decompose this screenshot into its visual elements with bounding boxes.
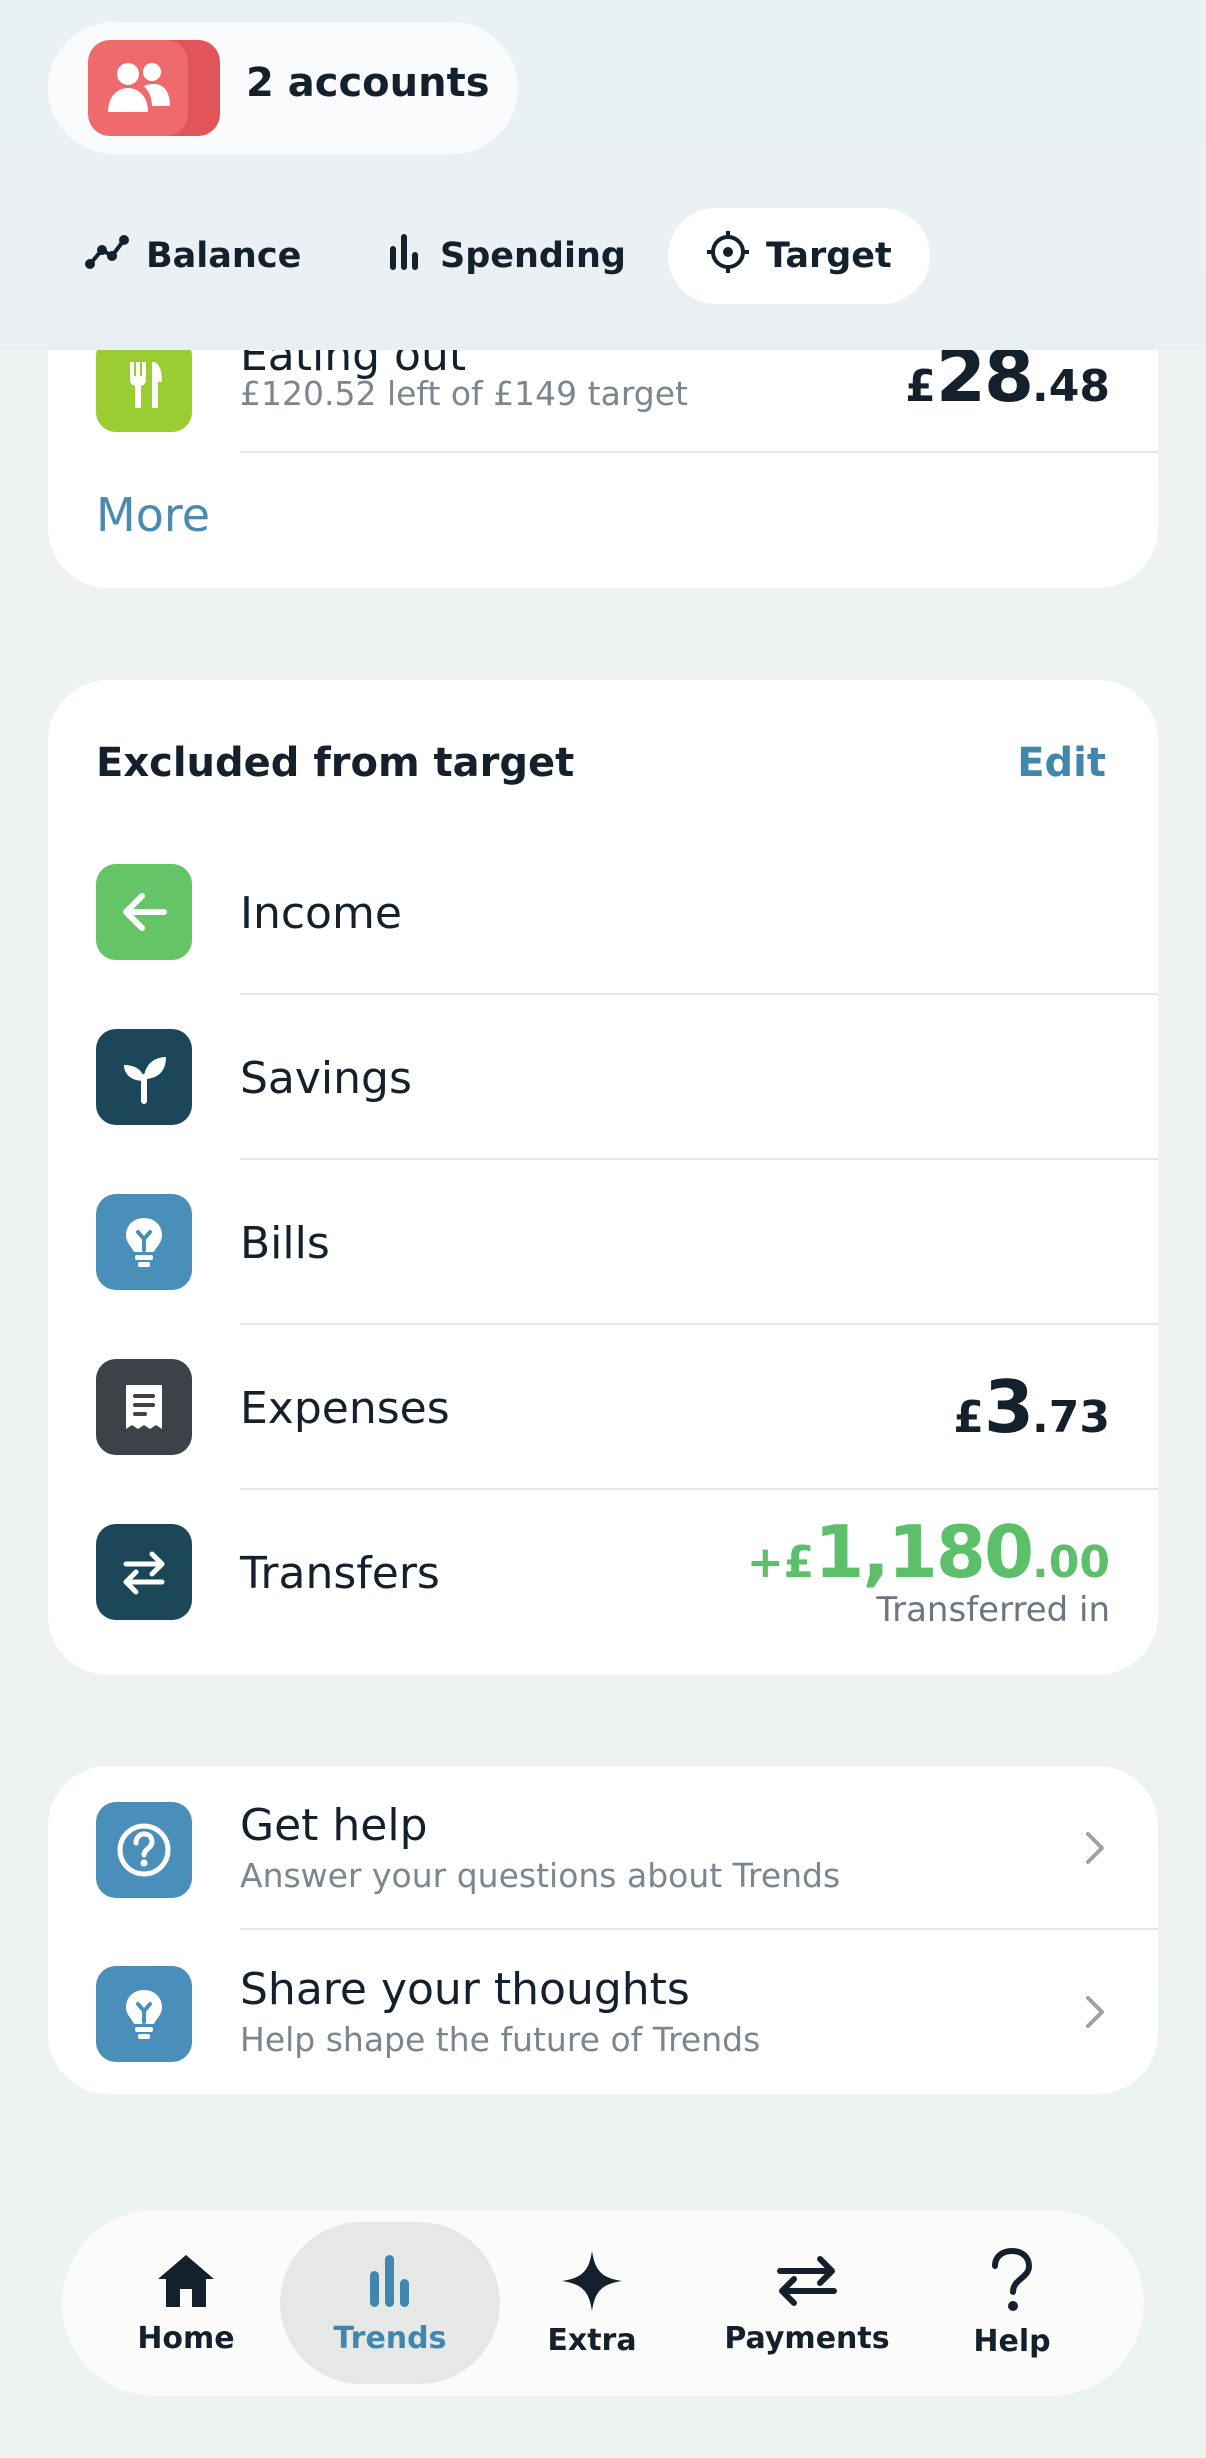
target-icon [706,230,750,283]
nav-trends[interactable]: Trends [280,2222,500,2384]
trends-tabs: Balance Spending Target [0,208,1206,304]
tab-target[interactable]: Target [668,208,930,304]
help-row-get-help[interactable]: Get help Answer your questions about Tre… [48,1766,1158,1930]
help-subtitle: Answer your questions about Trends [240,1856,841,1895]
excluded-row-expenses[interactable]: Expenses £3.73 [48,1325,1158,1490]
row-label: Expenses [240,1383,450,1434]
transfers-amount: +£1,180.00 [746,1510,1110,1594]
people-icon [88,40,188,136]
transfer-arrows-icon [96,1524,192,1620]
nav-help[interactable]: Help [932,2210,1092,2396]
nav-home[interactable]: Home [106,2210,266,2396]
transfer-arrows-icon [777,2255,837,2306]
lightbulb-icon [96,1966,192,2062]
chevron-right-icon [1086,1832,1104,1864]
lightbulb-icon [96,1194,192,1290]
tab-balance[interactable]: Balance [84,208,301,304]
arrow-left-icon [96,864,192,960]
help-title: Share your thoughts [240,1964,690,2015]
transfers-caption: Transferred in [876,1590,1110,1630]
excluded-from-target-card: Excluded from target Edit Income Savings [48,680,1158,1675]
help-card: Get help Answer your questions about Tre… [48,1766,1158,2094]
bottom-navigation: Home Trends Extra Payments Help [62,2210,1144,2396]
help-title: Get help [240,1800,428,1851]
section-title: Excluded from target [96,740,575,786]
trends-header: 2 accounts Balance Spending Target [0,0,1206,350]
fork-knife-icon [96,336,192,432]
divider [240,451,1158,453]
accounts-switcher[interactable]: 2 accounts [48,22,518,154]
bar-chart-icon [384,232,424,281]
row-label: Savings [240,1053,412,1104]
tab-spending[interactable]: Spending [384,208,626,304]
excluded-row-bills[interactable]: Bills [48,1160,1158,1325]
home-icon [158,2254,214,2307]
excluded-row-savings[interactable]: Savings [48,995,1158,1160]
sprout-icon [96,1029,192,1125]
excluded-row-income[interactable]: Income [48,830,1158,995]
nav-payments[interactable]: Payments [702,2210,912,2396]
help-subtitle: Help shape the future of Trends [240,2020,761,2059]
question-mark-icon [992,2247,1033,2311]
row-label: Transfers [240,1548,440,1599]
line-chart-icon [84,232,130,281]
row-label: Income [240,888,402,939]
bar-chart-icon [370,2254,409,2307]
nav-extra[interactable]: Extra [512,2210,672,2396]
receipt-icon [96,1359,192,1455]
accounts-avatar [88,40,270,136]
accounts-label: 2 accounts [246,60,490,106]
help-row-share-thoughts[interactable]: Share your thoughts Help shape the futur… [48,1930,1158,2094]
excluded-row-transfers[interactable]: Transfers +£1,180.00 Transferred in [48,1490,1158,1660]
row-label: Bills [240,1218,330,1269]
more-link[interactable]: More [96,488,210,542]
sparkle-icon [562,2250,622,2311]
category-subtitle: £120.52 left of £149 target [240,374,688,413]
question-circle-icon [96,1802,192,1898]
edit-button[interactable]: Edit [1017,740,1106,786]
expenses-amount: £3.73 [953,1365,1110,1449]
chevron-right-icon [1086,1996,1104,2028]
